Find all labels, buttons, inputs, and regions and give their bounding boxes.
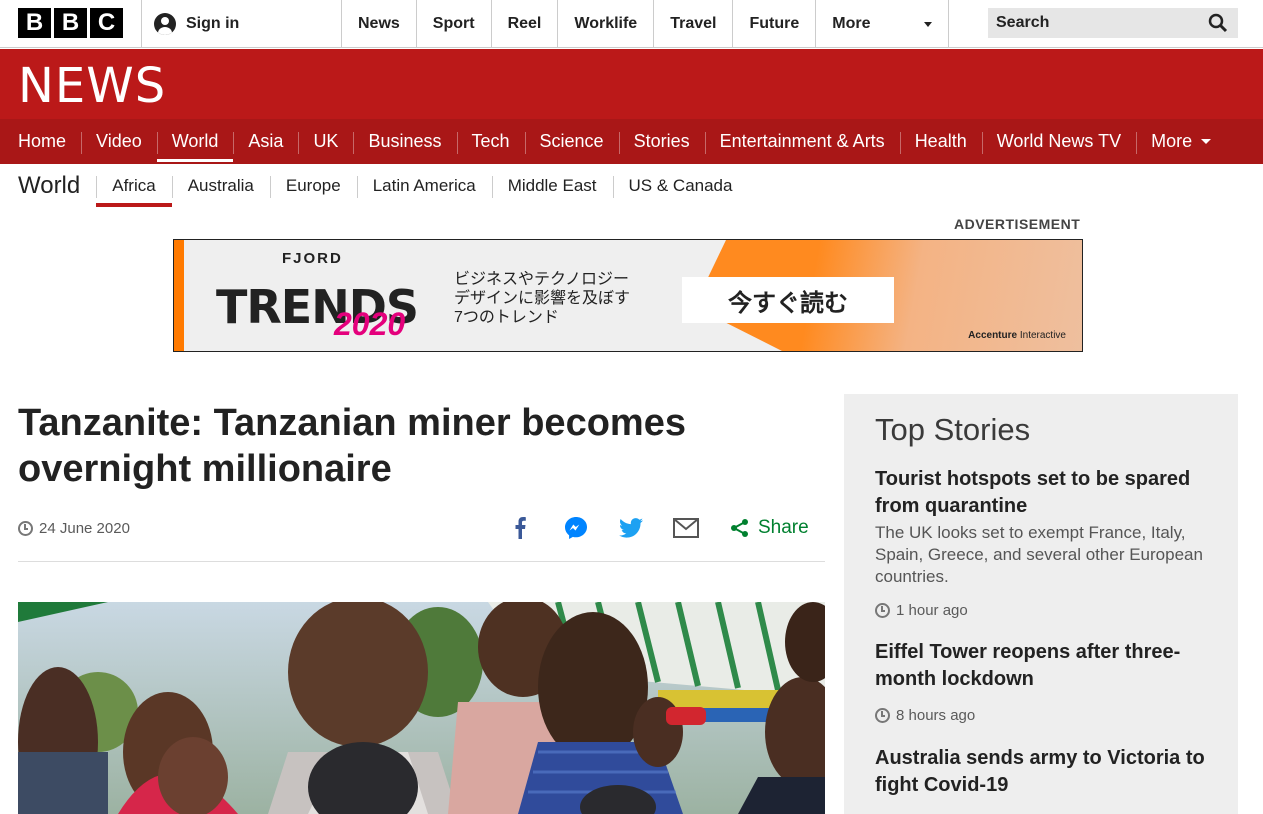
section-nav-us-canada[interactable]: US & Canada — [612, 164, 749, 208]
caret-down-icon — [1201, 139, 1212, 144]
top-stories-title: Top Stories — [875, 412, 1031, 447]
search-placeholder: Search — [996, 14, 1050, 31]
ad-tagline-line: デザインに影響を及ぼす — [454, 290, 631, 307]
top-story-headline[interactable]: Eiffel Tower reopens after three-month l… — [875, 639, 1215, 693]
advertisement-banner[interactable]: FJORD TRENDS 2020 ビジネスやテクノロジー デザインに影響を及ぼ… — [173, 239, 1083, 352]
top-bar: B B C Sign in News Sport Reel Worklife T… — [0, 0, 1263, 48]
ad-cta-button[interactable]: 今すぐ読む — [682, 277, 894, 323]
clock-icon — [875, 603, 890, 618]
photo-scene — [18, 602, 825, 814]
main-nav-health[interactable]: Health — [899, 119, 982, 164]
email-icon[interactable] — [672, 515, 700, 541]
main-nav-home[interactable]: Home — [0, 119, 81, 164]
clock-icon — [18, 521, 33, 536]
article-divider — [18, 561, 825, 562]
top-story-item[interactable]: Australia sends army to Victoria to figh… — [875, 745, 1215, 799]
ad-year-text: 2020 — [334, 306, 406, 342]
advertisement-label: ADVERTISEMENT — [954, 216, 1081, 232]
top-nav-more-label: More — [832, 15, 871, 32]
top-stories-panel: Top Stories Tourist hotspots set to be s… — [844, 394, 1238, 814]
clock-icon — [875, 708, 890, 723]
main-nav-stories[interactable]: Stories — [618, 119, 705, 164]
main-nav-video[interactable]: Video — [81, 119, 157, 164]
top-nav-future[interactable]: Future — [732, 0, 815, 48]
logo-letter: C — [90, 8, 123, 38]
search-icon[interactable] — [1208, 13, 1228, 33]
share-label: Share — [758, 517, 809, 538]
top-story-time: 1 hour ago — [875, 602, 1215, 619]
section-nav-australia[interactable]: Australia — [171, 164, 270, 208]
ad-tagline-line: ビジネスやテクノロジー — [454, 271, 630, 288]
ad-fjord-text: FJORD — [282, 250, 343, 267]
main-nav-tech[interactable]: Tech — [456, 119, 525, 164]
section-nav-europe[interactable]: Europe — [269, 164, 357, 208]
top-story-headline[interactable]: Tourist hotspots set to be spared from q… — [875, 466, 1215, 520]
news-logo[interactable]: NEWS — [18, 58, 166, 114]
ad-tagline-line: 7つのトレンド — [454, 309, 559, 326]
section-nav-africa[interactable]: Africa — [96, 164, 173, 208]
share-tools: Share — [505, 512, 825, 544]
ad-brand-bold: Accenture — [968, 330, 1018, 341]
main-nav-more[interactable]: More — [1136, 119, 1226, 164]
section-nav-middle-east[interactable]: Middle East — [491, 164, 613, 208]
top-story-headline[interactable]: Australia sends army to Victoria to figh… — [875, 745, 1215, 799]
facebook-icon[interactable] — [511, 515, 529, 541]
article-date: 24 June 2020 — [18, 520, 130, 537]
share-icon — [731, 519, 748, 537]
main-nav-asia[interactable]: Asia — [233, 119, 298, 164]
article-date-text: 24 June 2020 — [39, 520, 130, 537]
main-nav-entertainment[interactable]: Entertainment & Arts — [704, 119, 900, 164]
top-story-time-text: 1 hour ago — [896, 602, 968, 619]
sign-in-label: Sign in — [186, 15, 240, 32]
search-input[interactable]: Search — [988, 8, 1238, 38]
sign-in-link[interactable]: Sign in — [141, 0, 239, 48]
main-nav-uk[interactable]: UK — [298, 119, 353, 164]
main-nav-world[interactable]: World — [156, 119, 234, 164]
top-story-item[interactable]: Eiffel Tower reopens after three-month l… — [875, 639, 1215, 724]
share-button[interactable]: Share — [730, 515, 809, 541]
top-story-summary: The UK looks set to exempt France, Italy… — [875, 523, 1203, 586]
top-nav-travel[interactable]: Travel — [653, 0, 732, 48]
top-story-item[interactable]: Tourist hotspots set to be spared from q… — [875, 466, 1215, 619]
bbc-logo[interactable]: B B C — [18, 8, 123, 38]
top-nav-more[interactable]: More — [815, 0, 950, 48]
top-nav-worklife[interactable]: Worklife — [557, 0, 653, 48]
top-nav-reel[interactable]: Reel — [490, 0, 558, 48]
main-nav-more-label: More — [1151, 131, 1193, 151]
section-title[interactable]: World — [18, 172, 96, 200]
messenger-icon[interactable] — [563, 515, 589, 541]
main-nav-business[interactable]: Business — [353, 119, 456, 164]
ad-tagline: ビジネスやテクノロジー デザインに影響を及ぼす 7つのトレンド — [454, 270, 674, 327]
logo-letter: B — [54, 8, 87, 38]
article-photo — [18, 602, 825, 814]
article-headline: Tanzanite: Tanzanian miner becomes overn… — [18, 402, 686, 490]
top-story-time-text: 8 hours ago — [896, 707, 976, 724]
top-nav-sport[interactable]: Sport — [415, 0, 491, 48]
top-nav: News Sport Reel Worklife Travel Future M… — [341, 0, 950, 48]
ad-brand-rest: Interactive — [1017, 330, 1066, 341]
news-header: NEWS — [0, 49, 1263, 119]
twitter-icon[interactable] — [618, 515, 644, 541]
main-nav: Home Video World Asia UK Business Tech S… — [0, 119, 1263, 164]
caret-down-icon — [924, 21, 933, 27]
main-nav-science[interactable]: Science — [524, 119, 619, 164]
main-nav-world-news-tv[interactable]: World News TV — [981, 119, 1136, 164]
section-nav-latin-america[interactable]: Latin America — [356, 164, 492, 208]
top-story-time: 8 hours ago — [875, 707, 1215, 724]
top-nav-news[interactable]: News — [341, 0, 416, 48]
user-icon — [154, 13, 176, 35]
logo-letter: B — [18, 8, 51, 38]
ad-accent-stripe — [174, 240, 184, 351]
section-nav: World Africa Australia Europe Latin Amer… — [18, 164, 748, 208]
ad-brand: Accenture Interactive — [968, 330, 1066, 341]
